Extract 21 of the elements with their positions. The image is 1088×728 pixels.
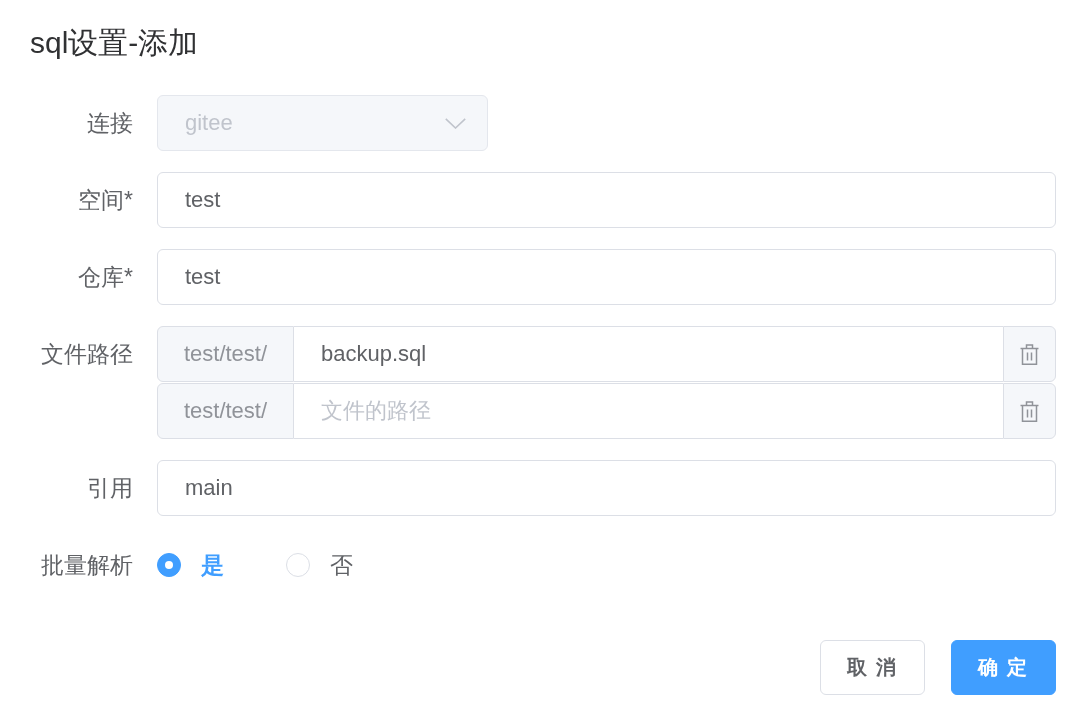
- delete-button[interactable]: [1003, 326, 1056, 382]
- radio-option[interactable]: 否: [286, 549, 353, 581]
- cancel-button[interactable]: 取 消: [820, 640, 925, 695]
- trash-icon: [1020, 400, 1039, 422]
- field-label: 仓库*: [78, 263, 133, 292]
- path-prefix: test/test/: [157, 326, 294, 382]
- input-field[interactable]: test: [157, 172, 1056, 228]
- chevron-down-icon: [445, 117, 466, 129]
- field-label: 连接: [87, 109, 133, 138]
- field-label: 引用: [87, 474, 133, 503]
- field-label: 批量解析: [41, 551, 133, 580]
- page-title: sql设置-添加: [30, 25, 200, 61]
- path-prefix: test/test/: [157, 383, 294, 439]
- trash-icon: [1020, 343, 1039, 365]
- input-field[interactable]: 文件的路径: [294, 383, 1003, 439]
- input-field[interactable]: backup.sql: [294, 326, 1003, 382]
- field-label: 空间*: [78, 186, 133, 215]
- input-field[interactable]: main: [157, 460, 1056, 516]
- input-field[interactable]: test: [157, 249, 1056, 305]
- delete-button[interactable]: [1003, 383, 1056, 439]
- field-label: 文件路径: [41, 340, 133, 369]
